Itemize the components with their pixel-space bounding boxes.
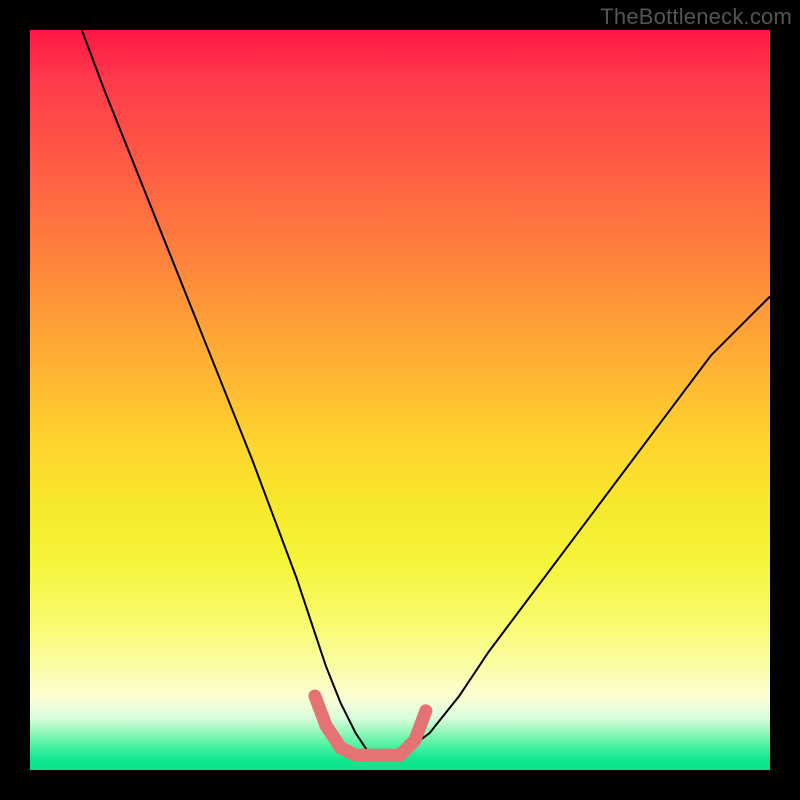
plot-area	[30, 30, 770, 770]
chart-frame: TheBottleneck.com	[0, 0, 800, 800]
watermark-text: TheBottleneck.com	[600, 4, 792, 30]
optimal-band-marker	[315, 696, 426, 755]
bottleneck-curve	[82, 30, 770, 755]
chart-svg	[30, 30, 770, 770]
